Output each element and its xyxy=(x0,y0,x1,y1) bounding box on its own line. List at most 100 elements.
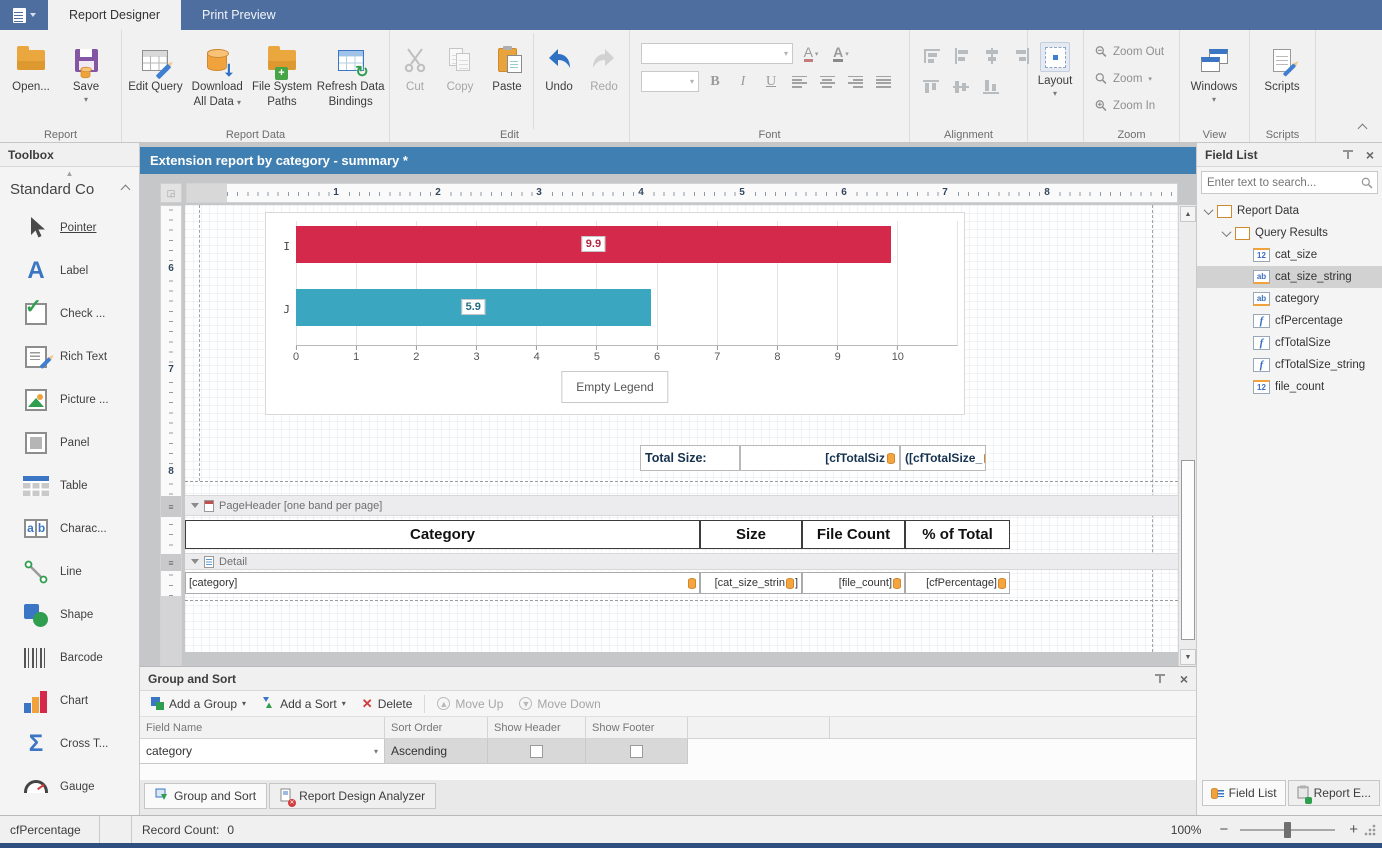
tree-item-cftotalsize[interactable]: f cfTotalSize xyxy=(1197,332,1382,354)
toolbox-item-rich-text[interactable]: Rich Text xyxy=(0,335,139,378)
sort-order-cell[interactable]: Ascending xyxy=(385,739,488,764)
detail-cell-category[interactable]: [category] xyxy=(185,572,700,594)
font-family-select[interactable]: ▾ xyxy=(641,43,793,64)
show-footer-checkbox[interactable] xyxy=(630,745,643,758)
toolbox-item-barcode[interactable]: Barcode xyxy=(0,636,139,679)
zoom-out-button[interactable]: Zoom Out xyxy=(1087,38,1172,65)
scroll-up-button[interactable]: ▲ xyxy=(1180,206,1196,222)
vertical-scrollbar[interactable]: ▲ ▼ xyxy=(1178,205,1196,666)
pin-icon[interactable] xyxy=(1154,673,1166,685)
expand-icon[interactable] xyxy=(1222,227,1232,237)
toolbox-item-cross-tab[interactable]: Σ Cross T... xyxy=(0,722,139,765)
close-icon[interactable]: × xyxy=(1366,148,1374,162)
header-cell-category[interactable]: Category xyxy=(185,520,700,549)
tree-item-query-results[interactable]: Query Results xyxy=(1197,222,1382,244)
zoom-minus-button[interactable]: − xyxy=(1215,821,1232,838)
field-name-combo[interactable]: category▾ xyxy=(140,739,385,764)
collapse-band-icon[interactable] xyxy=(191,559,199,564)
band-handle-pageheader[interactable]: ≡ xyxy=(161,496,181,517)
align-left-edges-icon[interactable] xyxy=(953,48,971,64)
resize-grip[interactable] xyxy=(1364,824,1376,836)
align-to-grid-icon[interactable] xyxy=(923,48,941,64)
column-show-footer[interactable]: Show Footer xyxy=(586,717,688,738)
close-icon[interactable]: × xyxy=(1180,672,1188,686)
detail-cell-size[interactable]: [cat_size_strin] xyxy=(700,572,802,594)
toolbox-item-table[interactable]: Table xyxy=(0,464,139,507)
copy-button[interactable]: Copy xyxy=(437,33,483,125)
tab-report-design-analyzer[interactable]: ✕ Report Design Analyzer xyxy=(269,783,436,809)
tree-item-cat-size-string[interactable]: ab cat_size_string xyxy=(1197,266,1382,288)
align-bottom-edges-icon[interactable] xyxy=(983,78,1001,94)
download-all-data-button[interactable]: ⭣ DownloadAll Data ▾ xyxy=(186,33,249,125)
band-handle-detail[interactable]: ≡ xyxy=(161,554,181,571)
total-size-field[interactable]: [cfTotalSiz xyxy=(740,445,900,471)
font-size-select[interactable]: ▾ xyxy=(641,71,699,92)
underline-button[interactable]: U xyxy=(759,71,783,92)
toolbox-item-gauge[interactable]: Gauge xyxy=(0,765,139,808)
table-header-row[interactable]: Category Size File Count % of Total xyxy=(185,520,1010,549)
chart-control[interactable]: 9.9 5.9 I J 0 1 2 3 4 5 6 7 8 xyxy=(265,212,965,415)
toolbox-section-standard-controls[interactable]: Standard Co xyxy=(0,179,139,206)
undo-button[interactable]: Undo xyxy=(536,33,582,125)
italic-button[interactable]: I xyxy=(731,71,755,92)
header-cell-file-count[interactable]: File Count xyxy=(802,520,905,549)
file-system-paths-button[interactable]: + File SystemPaths xyxy=(249,33,316,125)
layout-button[interactable]: Layout ▾ xyxy=(1031,33,1079,125)
collapse-band-icon[interactable] xyxy=(191,503,199,508)
pageheader-band-strip[interactable]: PageHeader [one band per page] xyxy=(185,495,1178,516)
font-color-button[interactable]: A▾ xyxy=(799,43,823,64)
total-size-string-field[interactable]: ([cfTotalSize_ xyxy=(900,445,986,471)
detail-cell-file-count[interactable]: [file_count] xyxy=(802,572,905,594)
cut-button[interactable]: Cut xyxy=(393,33,437,125)
open-button[interactable]: Open... xyxy=(3,33,59,125)
show-header-checkbox[interactable] xyxy=(530,745,543,758)
delete-button[interactable]: ✕ Delete xyxy=(355,693,420,715)
toolbox-scroll-up[interactable]: ▲ xyxy=(0,167,139,179)
scripts-button[interactable]: Scripts xyxy=(1253,33,1311,125)
scroll-down-button[interactable]: ▼ xyxy=(1180,649,1196,665)
total-size-label[interactable]: Total Size: xyxy=(640,445,740,471)
zoom-slider-thumb[interactable] xyxy=(1284,822,1291,838)
toolbox-item-line[interactable]: Line xyxy=(0,550,139,593)
bold-button[interactable]: B xyxy=(703,71,727,92)
tree-item-file-count[interactable]: 12 file_count xyxy=(1197,376,1382,398)
tab-field-list[interactable]: Field List xyxy=(1202,780,1286,806)
toolbox-item-shape[interactable]: Shape xyxy=(0,593,139,636)
align-centers-icon[interactable] xyxy=(983,48,1001,64)
zoom-in-button[interactable]: Zoom In xyxy=(1087,92,1163,119)
detail-band-strip[interactable]: Detail xyxy=(185,553,1178,570)
detail-cell-percentage[interactable]: [cfPercentage] xyxy=(905,572,1010,594)
field-search-input[interactable] xyxy=(1207,177,1361,189)
align-right-button[interactable] xyxy=(843,71,867,92)
ruler-corner-button[interactable]: ◲ xyxy=(160,183,182,203)
column-sort-order[interactable]: Sort Order xyxy=(385,717,488,738)
toolbox-item-label[interactable]: A Label xyxy=(0,249,139,292)
horizontal-ruler[interactable]: 1 2 3 4 5 6 7 8 xyxy=(186,183,1178,203)
expand-icon[interactable] xyxy=(1204,205,1214,215)
zoom-button[interactable]: Zoom ▾ xyxy=(1087,65,1160,92)
zoom-plus-button[interactable]: + xyxy=(1343,821,1364,838)
windows-button[interactable]: Windows ▾ xyxy=(1183,33,1245,125)
add-a-sort-button[interactable]: Add a Sort ▾ xyxy=(255,693,353,715)
redo-button[interactable]: Redo xyxy=(582,33,626,125)
align-left-button[interactable] xyxy=(787,71,811,92)
tab-print-preview[interactable]: Print Preview xyxy=(181,0,297,30)
edit-query-button[interactable]: Edit Query xyxy=(125,33,186,125)
tree-item-cftotalsize-string[interactable]: f cfTotalSize_string xyxy=(1197,354,1382,376)
toolbox-item-character-comb[interactable]: ab Charac... xyxy=(0,507,139,550)
header-cell-percent-of-total[interactable]: % of Total xyxy=(905,520,1010,549)
vertical-ruler[interactable]: 6 7 8 ≡ ≡ xyxy=(160,205,182,666)
paste-button[interactable]: Paste xyxy=(483,33,531,125)
tree-item-cfpercentage[interactable]: f cfPercentage xyxy=(1197,310,1382,332)
scrollbar-thumb[interactable] xyxy=(1181,460,1195,640)
zoom-slider[interactable] xyxy=(1240,822,1335,838)
align-middles-icon[interactable] xyxy=(953,78,971,94)
save-button[interactable]: Save ▾ xyxy=(59,33,113,125)
pin-icon[interactable] xyxy=(1342,149,1354,161)
tree-item-cat-size[interactable]: 12 cat_size xyxy=(1197,244,1382,266)
tree-item-category[interactable]: ab category xyxy=(1197,288,1382,310)
move-down-button[interactable]: ▼ Move Down xyxy=(512,693,607,715)
toolbox-item-checkbox[interactable]: ✓ Check ... xyxy=(0,292,139,335)
move-up-button[interactable]: ▲ Move Up xyxy=(430,693,510,715)
tree-item-report-data[interactable]: Report Data xyxy=(1197,200,1382,222)
